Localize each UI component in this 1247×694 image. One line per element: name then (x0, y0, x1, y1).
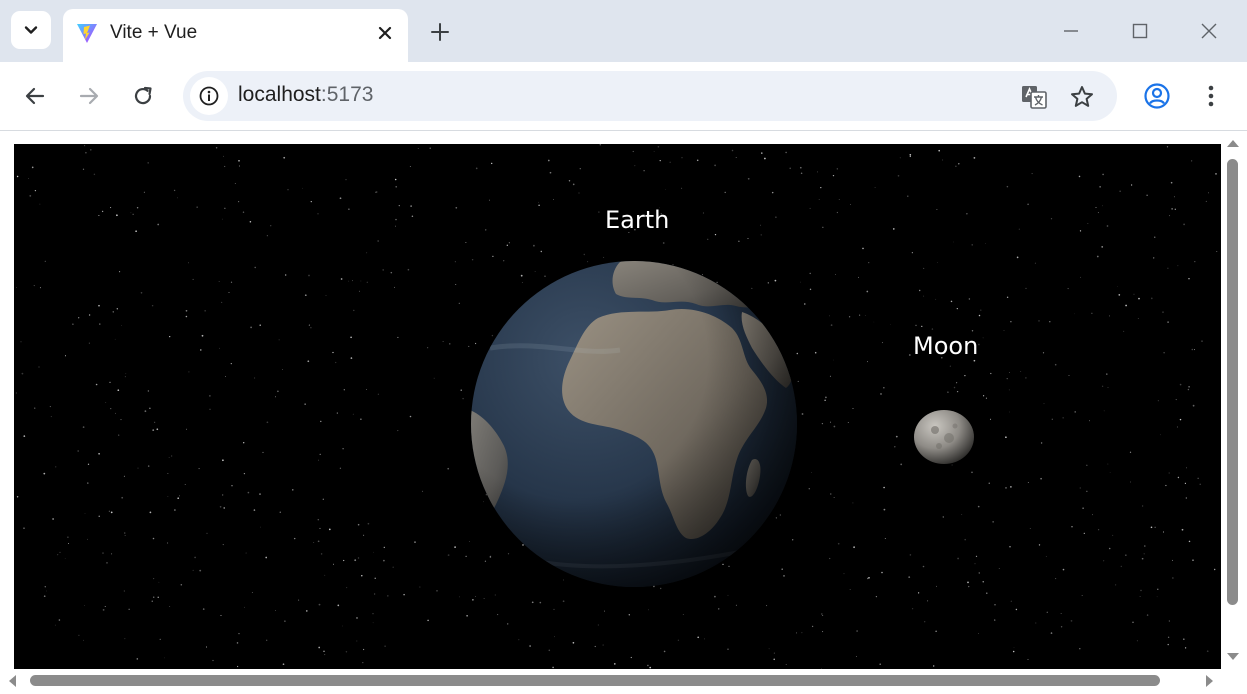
star-icon (1071, 86, 1093, 107)
translate-button[interactable] (1020, 83, 1048, 111)
tab-active[interactable]: Vite + Vue (63, 9, 408, 62)
vertical-scroll-thumb[interactable] (1227, 159, 1238, 605)
space-scene-canvas[interactable]: Earth Moon (14, 144, 1221, 669)
earth-label: Earth (605, 206, 670, 234)
browser-toolbar: localhost:5173 (0, 62, 1247, 131)
tab-strip: Vite + Vue (0, 0, 1247, 62)
vite-logo-icon (77, 24, 97, 43)
tab-close-button[interactable] (373, 21, 397, 45)
chevron-down-icon (24, 26, 38, 34)
maximize-button[interactable] (1127, 18, 1153, 44)
horizontal-scrollbar[interactable] (0, 669, 1223, 693)
moon-label: Moon (913, 332, 979, 360)
scroll-left-arrow-icon[interactable] (8, 674, 17, 688)
forward-button[interactable] (75, 82, 103, 110)
arrow-right-icon (79, 87, 99, 105)
more-vertical-icon (1208, 85, 1214, 107)
site-info-button[interactable] (190, 77, 228, 115)
url-text: localhost:5173 (238, 83, 373, 107)
tab-title: Vite + Vue (110, 22, 198, 43)
close-icon (378, 26, 392, 40)
close-window-button[interactable] (1196, 18, 1222, 44)
horizontal-scroll-thumb[interactable] (30, 675, 1160, 686)
vertical-scrollbar[interactable] (1223, 131, 1247, 669)
translate-icon (1022, 86, 1047, 109)
address-bar[interactable]: localhost:5173 (183, 71, 1117, 121)
minimize-button[interactable] (1058, 18, 1084, 44)
earth-globe (471, 261, 797, 587)
maximize-icon (1132, 23, 1148, 39)
profile-button[interactable] (1142, 81, 1172, 111)
close-icon (1201, 23, 1217, 39)
url-port: :5173 (320, 83, 374, 106)
info-icon (199, 86, 219, 106)
menu-button[interactable] (1196, 81, 1226, 111)
bookmark-button[interactable] (1068, 83, 1096, 111)
arrow-left-icon (25, 87, 45, 105)
tab-search-button[interactable] (11, 11, 51, 49)
moon-sphere (914, 410, 974, 464)
plus-icon (431, 23, 449, 41)
profile-icon (1144, 83, 1170, 109)
url-host: localhost (238, 83, 321, 106)
scroll-down-arrow-icon[interactable] (1226, 652, 1240, 661)
reload-icon (134, 86, 152, 105)
scroll-up-arrow-icon[interactable] (1226, 139, 1240, 148)
minimize-icon (1064, 30, 1078, 32)
back-button[interactable] (21, 82, 49, 110)
scroll-right-arrow-icon[interactable] (1205, 674, 1214, 688)
page-viewport: Earth Moon (0, 131, 1247, 694)
new-tab-button[interactable] (427, 19, 453, 45)
reload-button[interactable] (129, 82, 157, 110)
